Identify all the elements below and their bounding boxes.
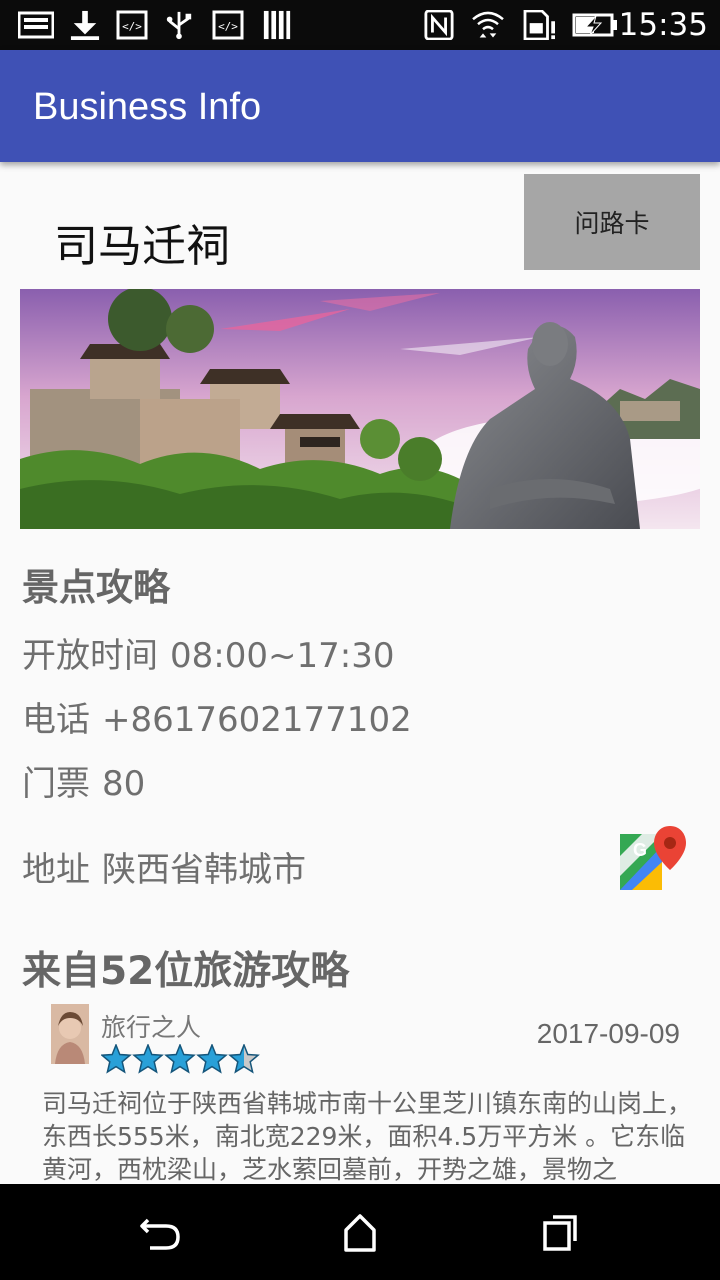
half-star-icon [229,1044,259,1073]
ticket-value: 80 [102,764,146,804]
code-icon: </> [212,10,244,40]
rating-stars [101,1044,259,1073]
reviewer-avatar[interactable] [51,1004,89,1064]
recents-icon[interactable] [536,1208,584,1256]
opening-hours-value: 08:00~17:30 [170,636,395,676]
opening-hours-label: 开放时间 [22,636,158,676]
clock: 15:35 [618,7,708,43]
phone-row[interactable]: 电话 +8617602177102 [22,692,412,741]
review-date: 2017-09-09 [536,1018,680,1049]
svg-text:</>: </> [122,20,142,33]
home-icon[interactable] [336,1208,384,1256]
guide-section-title: 景点攻略 [22,566,170,609]
phone-label: 电话 [22,700,90,740]
opening-hours-row: 开放时间 08:00~17:30 [22,628,394,677]
download-icon [70,10,100,40]
usb-icon [166,11,192,40]
status-bar: </> </> 15:35 [0,0,720,50]
route-card-button[interactable]: 问路卡 [524,174,700,270]
star-icon [165,1044,195,1073]
review-text[interactable]: 司马迁祠位于陕西省韩城市南十公里芝川镇东南的山岗上，东西长555米，南北宽229… [42,1087,702,1184]
reviewer-name: 旅行之人 [101,1013,202,1042]
ticket-label: 门票 [22,764,90,804]
banner-image [20,289,700,529]
nfc-icon [424,10,454,40]
place-title: 司马迁祠 [54,221,230,272]
svg-text:</>: </> [218,20,238,33]
svg-text:G: G [633,840,647,860]
wifi-icon [472,11,504,38]
navigation-bar [0,1184,720,1280]
sim-alert-icon [523,10,555,40]
storage-icon [263,10,291,40]
google-maps-icon[interactable]: G [620,826,686,894]
address-label: 地址 [22,850,90,890]
app-title: Business Info [33,86,262,128]
reviews-title: 来自52位旅游攻略 [22,949,350,994]
screenshot-icon [18,11,54,39]
star-icon [197,1044,227,1073]
back-icon[interactable] [136,1208,184,1256]
battery-charging-icon [572,13,617,37]
star-icon [133,1044,163,1073]
app-bar: Business Info [0,50,720,162]
phone-value[interactable]: +8617602177102 [102,700,412,740]
ticket-row: 门票 80 [22,756,145,805]
address-row: 地址 陕西省韩城市 [22,842,306,891]
address-value: 陕西省韩城市 [102,850,306,890]
star-icon [101,1044,131,1073]
code-icon: </> [116,10,148,40]
